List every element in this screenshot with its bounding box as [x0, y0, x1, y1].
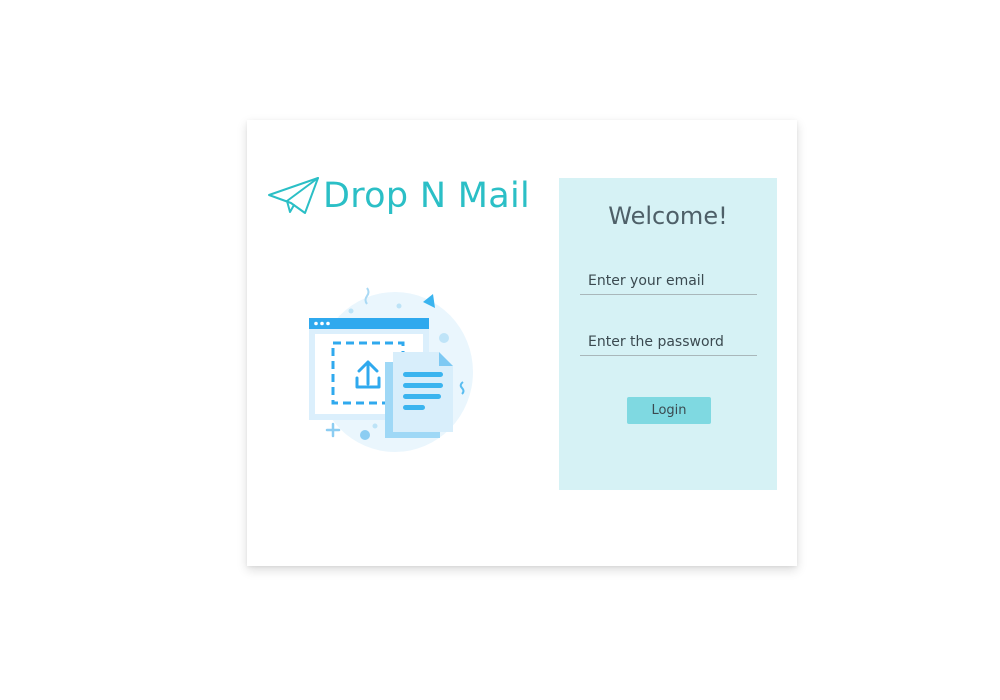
- file-upload-illustration: [309, 287, 473, 452]
- password-input[interactable]: [580, 328, 757, 356]
- brand-logo: Drop N Mail: [267, 174, 530, 218]
- login-button[interactable]: Login: [627, 397, 711, 424]
- welcome-heading: Welcome!: [608, 202, 728, 230]
- email-input[interactable]: [580, 267, 757, 295]
- login-panel: Welcome! Login: [559, 178, 777, 490]
- paper-plane-icon: [268, 177, 319, 214]
- brand-name: Drop N Mail: [323, 176, 531, 216]
- login-card: Drop N Mail Welcome! Enter your email Lo…: [247, 120, 797, 566]
